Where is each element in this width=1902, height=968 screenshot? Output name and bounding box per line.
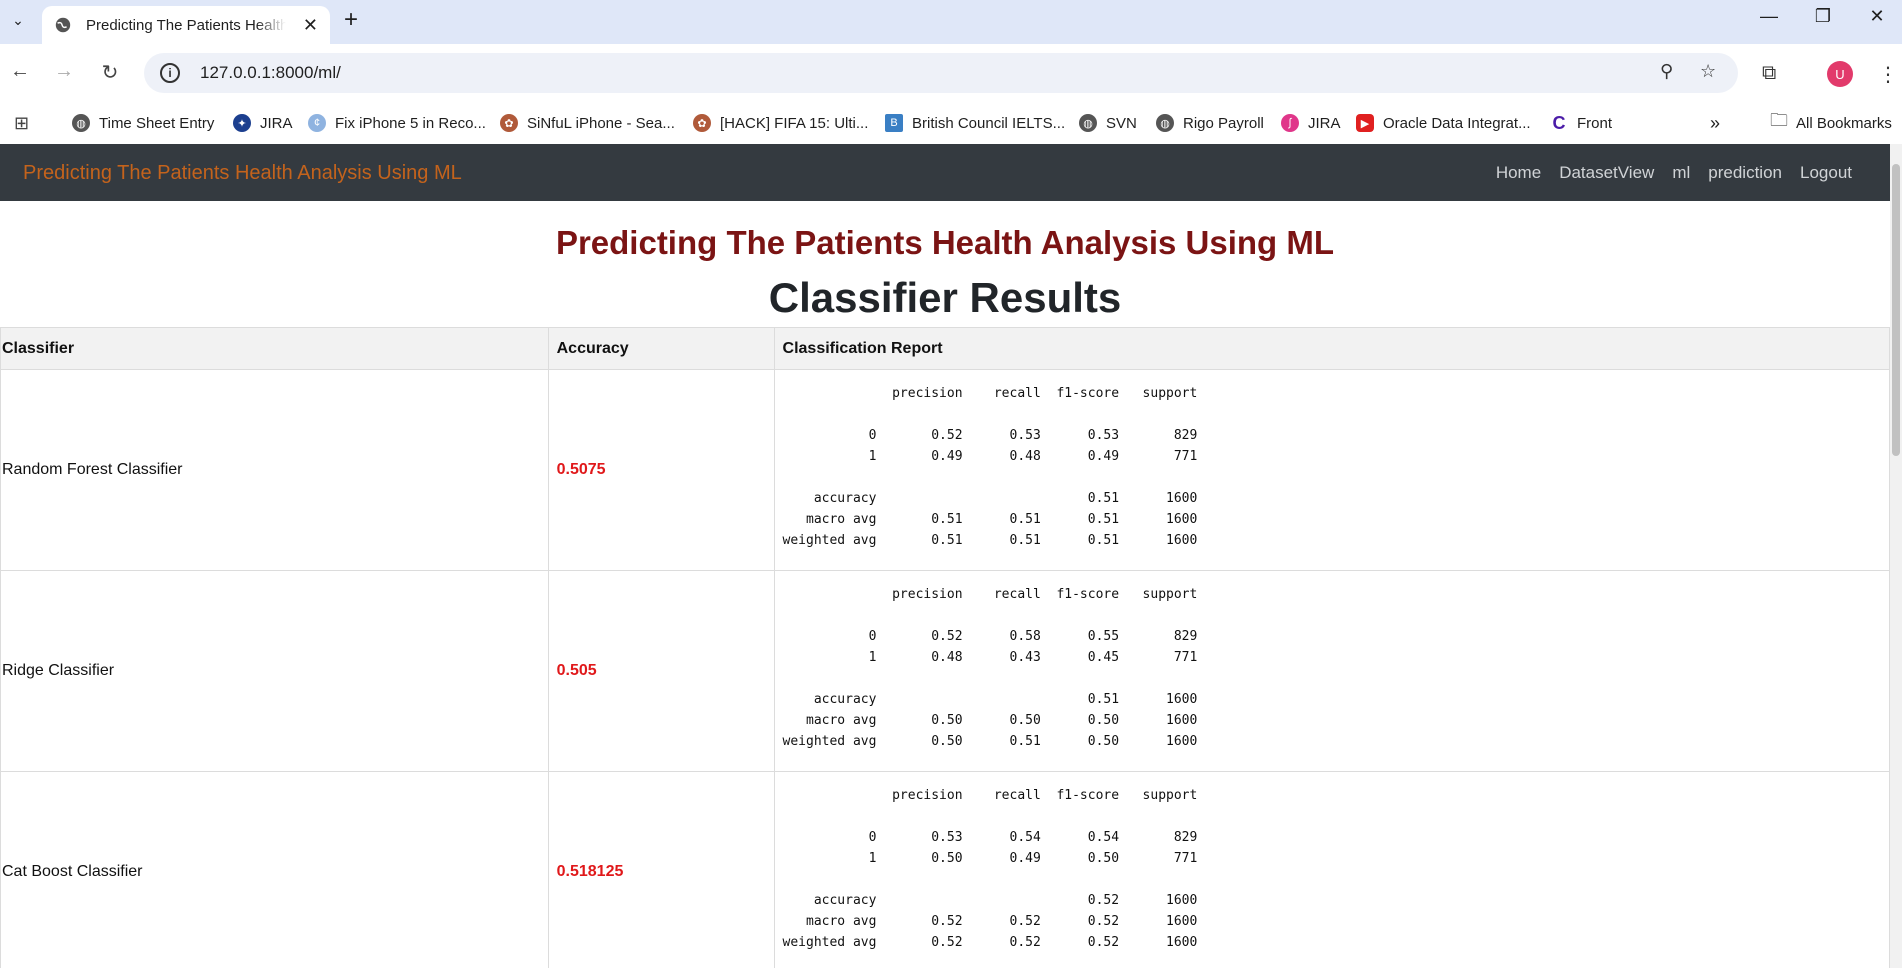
restore-icon[interactable]: ❐ [1808,6,1838,27]
table-row: Cat Boost Classifier 0.518125 precision … [0,771,1891,968]
sinful-icon: ✿ [500,114,518,132]
browser-toolbar: ← → ↻ i 127.0.0.1:8000/ml/ ⚲ ☆ ⧉ U ⋮ [0,44,1902,102]
bookmark-label: SiNfuL iPhone - Sea... [527,114,675,132]
youtube-icon: ▶ [1356,114,1374,132]
table-row: Ridge Classifier 0.505 precision recall … [0,570,1891,772]
apps-grid-icon[interactable]: ⊞ [14,110,29,136]
nav-link-datasetview[interactable]: DatasetView [1559,163,1654,183]
fifa-icon: ✿ [693,114,711,132]
navbar-brand[interactable]: Predicting The Patients Health Analysis … [23,162,462,185]
front-icon: C [1550,113,1568,133]
tab-search-chevron-icon[interactable]: ⌄ [6,8,30,32]
tab-title: Predicting The Patients Health Analysis … [86,16,286,34]
bookmark-label: Front [1577,114,1613,132]
bookmark-label: Time Sheet Entry [99,114,215,132]
column-header-classifier: Classifier [0,327,549,370]
close-tab-icon[interactable]: ✕ [303,15,318,36]
nav-links: Home DatasetView ml prediction Logout [1496,163,1852,183]
bookmark-oracle[interactable]: ▶ Oracle Data Integrat... [1356,110,1531,136]
ielts-icon: B [885,114,903,132]
iphone-icon: ¢ [308,114,326,132]
profile-avatar[interactable]: U [1827,61,1853,87]
bookmark-jira-2[interactable]: ∫ JIRA [1281,110,1341,136]
bookmark-rigo-payroll[interactable]: ◍ Rigo Payroll [1156,110,1264,136]
nav-link-ml[interactable]: ml [1672,163,1690,183]
minimize-icon[interactable]: — [1754,6,1784,27]
globe-icon [55,17,71,33]
classification-report-cell: precision recall f1-score support 0 0.52… [773,570,1891,772]
table-header-row: Classifier Accuracy Classification Repor… [0,327,1891,370]
table-row: Random Forest Classifier 0.5075 precisio… [0,369,1891,571]
classifier-name: Cat Boost Classifier [0,771,549,968]
jira-pink-icon: ∫ [1281,114,1299,132]
bookmarks-bar: ⊞ ◍ Time Sheet Entry ✦ JIRA ¢ Fix iPhone 5 … [0,102,1902,144]
bookmark-label: Fix iPhone 5 in Reco... [335,114,486,132]
bookmark-time-sheet-entry[interactable]: ◍ Time Sheet Entry [72,110,214,136]
nav-link-prediction[interactable]: prediction [1708,163,1782,183]
active-tab[interactable]: Predicting The Patients Health Analysis … [42,6,330,44]
bookmark-label: British Council IELTS... [912,114,1066,132]
bookmark-label: JIRA [1308,114,1341,132]
reload-icon[interactable]: ↻ [96,60,124,85]
results-heading: Classifier Results [768,274,1122,321]
all-bookmarks[interactable]: 🗀 All Bookmarks [1770,110,1892,136]
url-text[interactable]: 127.0.0.1:8000/ml/ [200,63,341,83]
column-header-accuracy: Accuracy [547,327,775,370]
nav-link-logout[interactable]: Logout [1800,163,1852,183]
folder-icon: 🗀 [1770,110,1788,130]
results-table: Classifier Accuracy Classification Repor… [0,327,1891,968]
address-bar[interactable]: i 127.0.0.1:8000/ml/ ⚲ ☆ [144,53,1738,93]
classifier-name: Random Forest Classifier [0,369,549,571]
jira-icon: ✦ [233,114,251,132]
bookmark-ielts[interactable]: B British Council IELTS... [885,110,1065,136]
site-navbar: Predicting The Patients Health Analysis … [0,144,1890,201]
accuracy-value: 0.5075 [547,369,775,571]
globe-icon: ◍ [72,114,90,132]
classifier-name: Ridge Classifier [0,570,549,772]
page-title: Predicting The Patients Health Analysis … [555,224,1335,261]
accuracy-value: 0.505 [547,570,775,772]
page-viewport: Predicting The Patients Health Analysis … [0,144,1902,968]
classification-report: precision recall f1-score support 0 0.53… [782,788,1198,950]
page-scrollbar[interactable] [1890,144,1902,968]
bookmark-star-icon[interactable]: ☆ [1700,61,1716,82]
site-info-icon[interactable]: i [160,63,180,83]
globe-icon: ◍ [1079,114,1097,132]
close-window-icon[interactable]: ✕ [1862,6,1892,27]
bookmark-fix-iphone[interactable]: ¢ Fix iPhone 5 in Reco... [308,110,486,136]
bookmark-label: Rigo Payroll [1183,114,1264,132]
all-bookmarks-label: All Bookmarks [1796,114,1892,132]
new-tab-plus-icon[interactable]: + [344,6,358,34]
bookmark-jira[interactable]: ✦ JIRA [233,110,293,136]
kebab-menu-icon[interactable]: ⋮ [1878,62,1898,87]
forward-arrow-icon[interactable]: → [50,60,78,83]
more-bookmarks-chevron-icon[interactable]: » [1710,110,1720,136]
bookmark-label: SVN [1106,114,1137,132]
zoom-icon[interactable]: ⚲ [1660,61,1673,82]
classification-report-cell: precision recall f1-score support 0 0.52… [773,369,1891,571]
nav-link-home[interactable]: Home [1496,163,1541,183]
bookmark-sinful-iphone[interactable]: ✿ SiNfuL iPhone - Sea... [500,110,675,136]
bookmark-svn[interactable]: ◍ SVN [1079,110,1137,136]
bookmark-label: [HACK] FIFA 15: Ulti... [720,114,869,132]
extensions-puzzle-icon[interactable]: ⧉ [1762,62,1776,85]
accuracy-value: 0.518125 [547,771,775,968]
browser-window: ⌄ Predicting The Patients Health Analysi… [0,0,1902,968]
bookmark-label: Oracle Data Integrat... [1383,114,1531,132]
globe-icon: ◍ [1156,114,1174,132]
tab-strip: ⌄ Predicting The Patients Health Analysi… [0,0,1902,44]
bookmark-front[interactable]: C Front [1550,110,1612,136]
classification-report: precision recall f1-score support 0 0.52… [782,386,1198,548]
scrollbar-thumb[interactable] [1892,164,1900,456]
back-arrow-icon[interactable]: ← [6,60,34,83]
bookmark-fifa[interactable]: ✿ [HACK] FIFA 15: Ulti... [693,110,868,136]
classification-report-cell: precision recall f1-score support 0 0.53… [773,771,1891,968]
bookmark-label: JIRA [260,114,293,132]
column-header-report: Classification Report [773,327,1891,370]
classification-report: precision recall f1-score support 0 0.52… [782,587,1198,749]
